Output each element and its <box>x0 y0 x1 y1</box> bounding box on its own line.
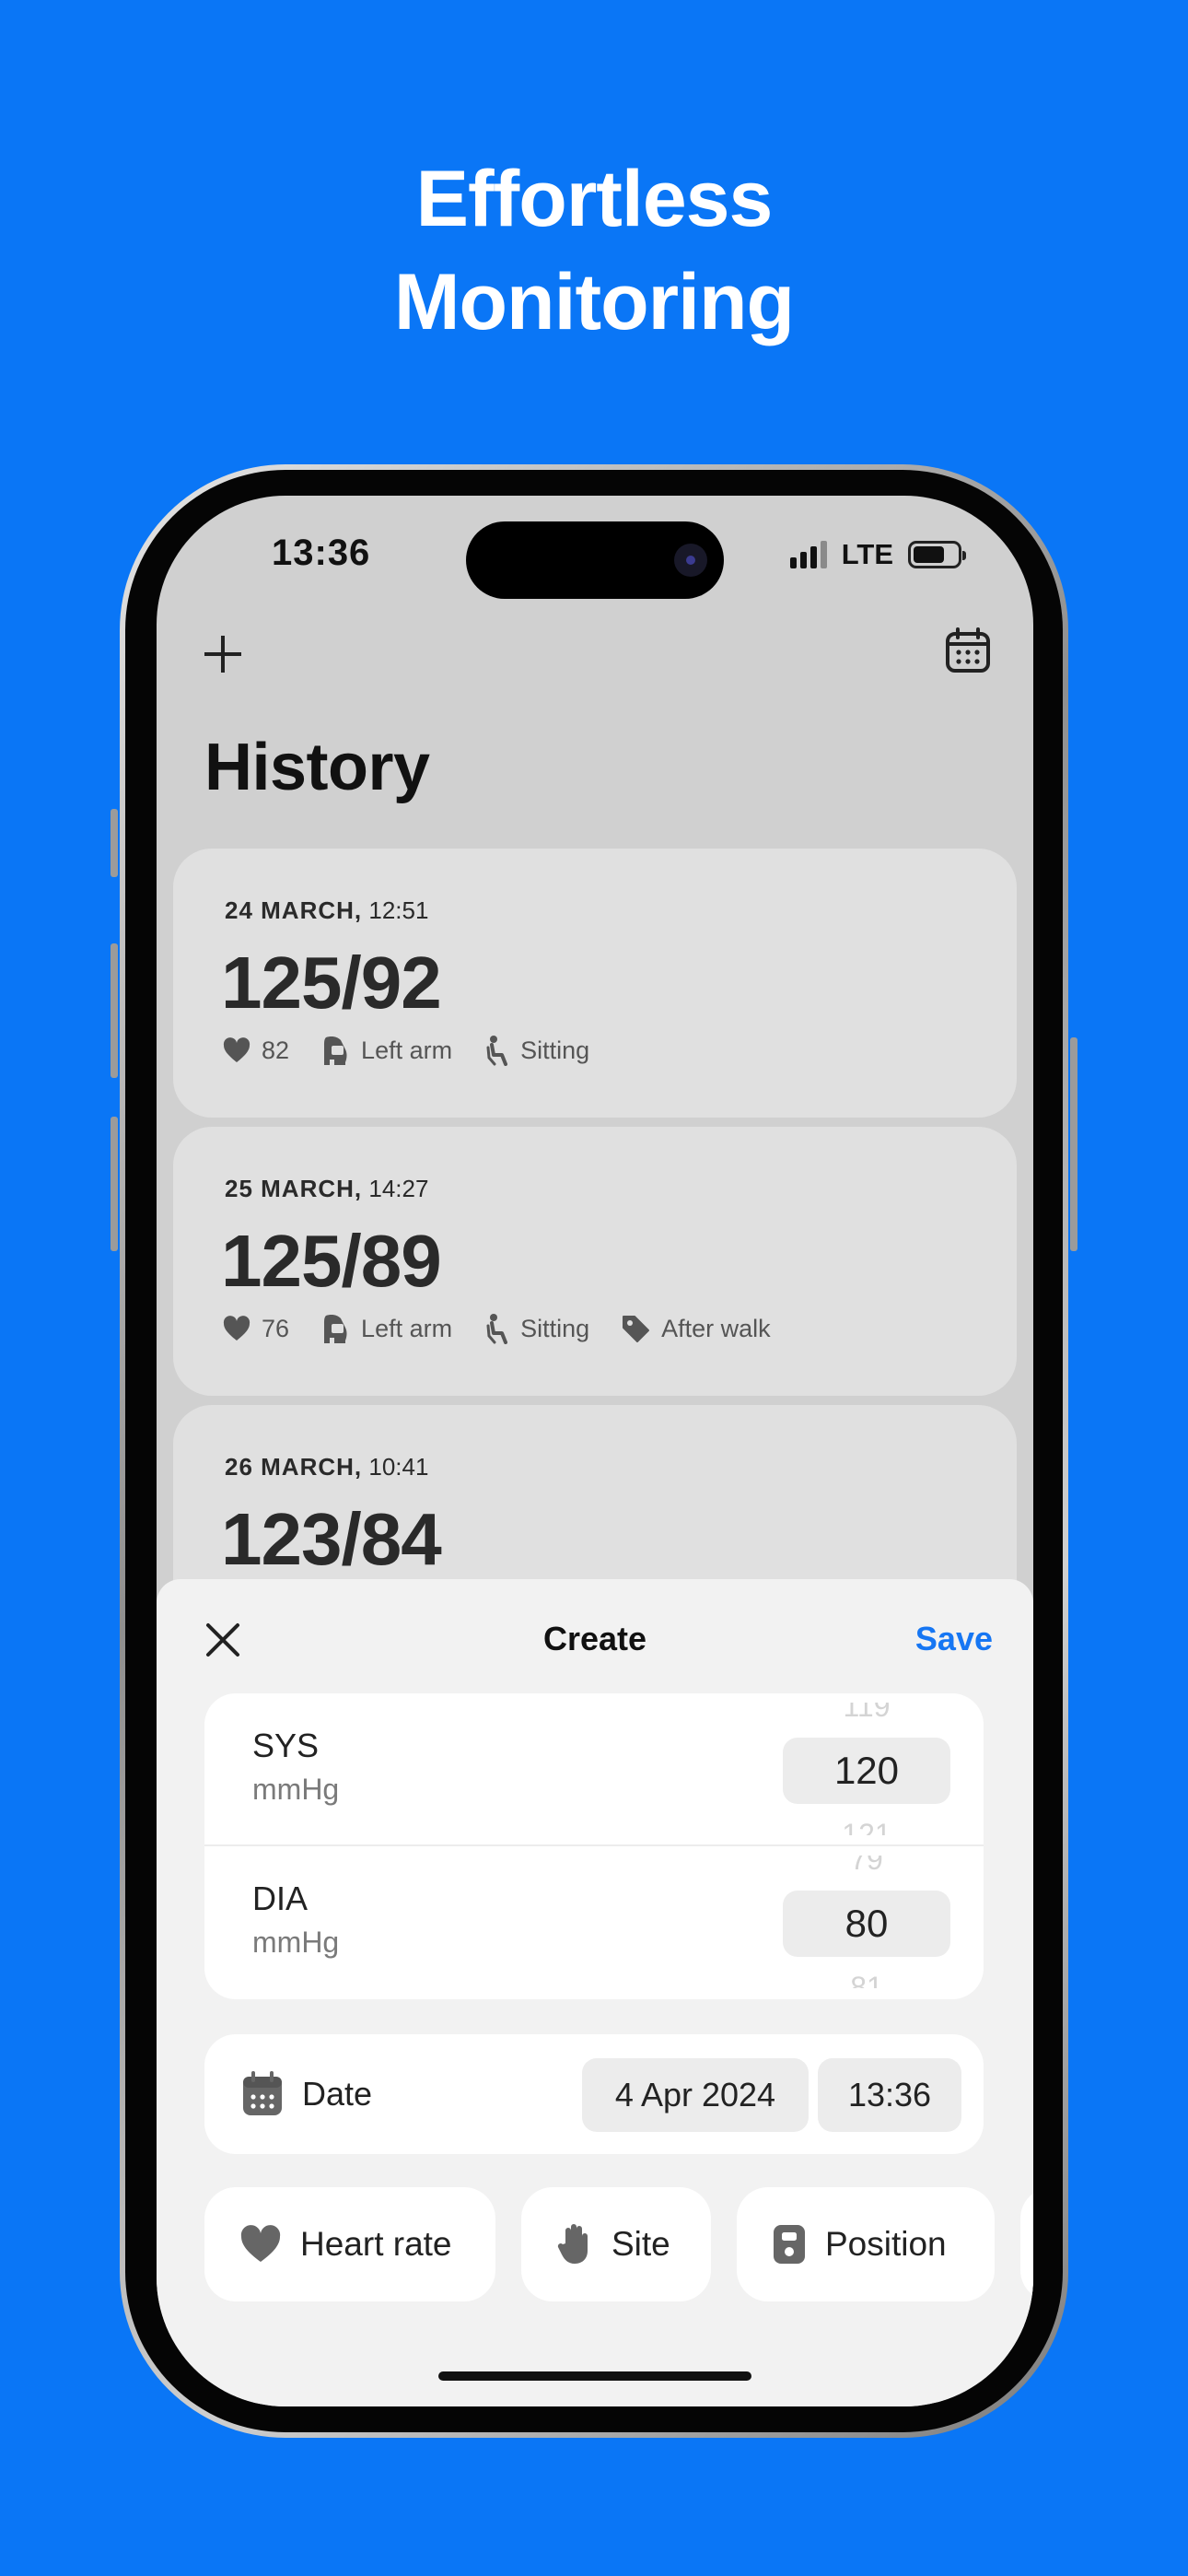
plus-icon[interactable] <box>199 630 247 678</box>
dia-unit: mmHg <box>252 1926 340 1959</box>
entry-time: 10:41 <box>368 1453 429 1481</box>
calendar-icon <box>243 2071 282 2115</box>
sys-picker[interactable]: 119 120 121 <box>783 1693 950 1846</box>
phone-volume-up <box>111 943 118 1078</box>
sitting-icon <box>486 1036 508 1066</box>
entry-date: 25 MARCH, <box>225 1175 363 1202</box>
hand-icon <box>557 2224 588 2264</box>
dynamic-island <box>466 521 724 599</box>
dia-picker[interactable]: 79 80 81 <box>783 1846 950 1999</box>
status-time: 13:36 <box>272 533 371 573</box>
date-picker-button[interactable]: 4 Apr 2024 <box>582 2058 809 2132</box>
position-chip[interactable]: Position <box>737 2187 995 2301</box>
position-label: Position <box>825 2225 947 2263</box>
entry-reading: 125/92 <box>221 942 442 1024</box>
sys-picker-value[interactable]: 120 <box>783 1738 950 1804</box>
home-indicator[interactable] <box>438 2371 751 2381</box>
entry-datetime: 24 MARCH, 12:51 <box>225 896 428 925</box>
entry-date: 24 MARCH, <box>225 896 363 924</box>
entry-meta: 82 Left arm Sitting <box>223 1035 589 1066</box>
entry-datetime: 25 MARCH, 14:27 <box>225 1175 428 1203</box>
tag-icon <box>623 1316 650 1342</box>
sys-label: SYS <box>252 1727 320 1764</box>
time-picker-button[interactable]: 13:36 <box>818 2058 961 2132</box>
entry-reading: 125/89 <box>221 1220 442 1302</box>
heart-icon <box>223 1316 250 1341</box>
heart-rate-label: Heart rate <box>300 2225 452 2263</box>
entry-tag: After walk <box>661 1314 771 1342</box>
battery-icon <box>908 541 966 568</box>
dia-picker-value[interactable]: 80 <box>783 1891 950 1957</box>
entry-pulse: 82 <box>262 1036 290 1064</box>
sys-picker-next: 121 <box>842 1819 891 1835</box>
date-label: Date <box>302 2075 373 2113</box>
sitting-icon <box>486 1314 508 1344</box>
status-indicators: LTE <box>789 538 966 571</box>
dia-picker-next: 81 <box>850 1972 883 1988</box>
headline-line-2: Monitoring <box>393 258 795 346</box>
date-row: Date 4 Apr 2024 13:36 <box>204 2034 984 2154</box>
site-chip[interactable]: Site <box>521 2187 711 2301</box>
create-sheet: Create Save SYS mmHg 119 120 121 DIA mmH… <box>157 1579 1033 2406</box>
dia-picker-prev: 79 <box>850 1856 883 1872</box>
arm-icon <box>324 1036 347 1065</box>
sys-picker-prev: 119 <box>843 1703 891 1719</box>
entry-position: Sitting <box>520 1036 590 1064</box>
front-camera-icon <box>674 544 707 577</box>
attribute-chips: Heart rate Site Position <box>204 2187 1033 2301</box>
dia-label: DIA <box>252 1879 309 1917</box>
arm-icon <box>324 1315 347 1343</box>
phone-side-button <box>1070 1037 1077 1251</box>
entry-date: 26 MARCH, <box>225 1453 363 1481</box>
phone-screen: 13:36 LTE History 24 MARCH, 12:51 125/92… <box>157 496 1033 2406</box>
site-label: Site <box>611 2225 670 2263</box>
phone-volume-down <box>111 1117 118 1251</box>
entry-position: Sitting <box>520 1314 590 1342</box>
entry-pulse: 76 <box>262 1314 290 1342</box>
heart-icon <box>223 1037 250 1062</box>
entry-meta: 76 Left arm Sitting After walk <box>223 1313 771 1344</box>
more-chip[interactable] <box>1020 2187 1033 2301</box>
entry-time: 14:27 <box>368 1175 429 1202</box>
headline-line-1: Effortless <box>415 155 774 243</box>
sheet-title: Create <box>542 1620 647 1657</box>
heart-icon <box>240 2225 281 2262</box>
history-entry-card[interactable]: 24 MARCH, 12:51 125/92 82 Left arm Sitti… <box>173 849 1017 1118</box>
calendar-icon[interactable] <box>943 626 993 676</box>
save-button[interactable]: Save <box>915 1620 993 1658</box>
entry-site: Left arm <box>361 1314 453 1342</box>
sys-row: SYS mmHg 119 120 121 <box>204 1693 984 1846</box>
signal-bars-icon <box>789 541 827 568</box>
position-icon <box>774 2225 805 2264</box>
history-entry-card[interactable]: 25 MARCH, 14:27 125/89 76 Left arm Sitti… <box>173 1127 1017 1396</box>
headline: Effortless Monitoring <box>0 147 1188 354</box>
page-title: History <box>204 731 430 804</box>
blood-pressure-panel: SYS mmHg 119 120 121 DIA mmHg 79 80 81 <box>204 1693 984 1999</box>
entry-datetime: 26 MARCH, 10:41 <box>225 1453 428 1481</box>
sys-unit: mmHg <box>252 1773 340 1806</box>
entry-site: Left arm <box>361 1036 453 1064</box>
heart-rate-chip[interactable]: Heart rate <box>204 2187 495 2301</box>
dia-row: DIA mmHg 79 80 81 <box>204 1846 984 1999</box>
phone-action-button <box>111 809 118 877</box>
entry-reading: 123/84 <box>221 1498 442 1580</box>
entry-time: 12:51 <box>368 896 429 924</box>
network-type: LTE <box>841 538 893 570</box>
